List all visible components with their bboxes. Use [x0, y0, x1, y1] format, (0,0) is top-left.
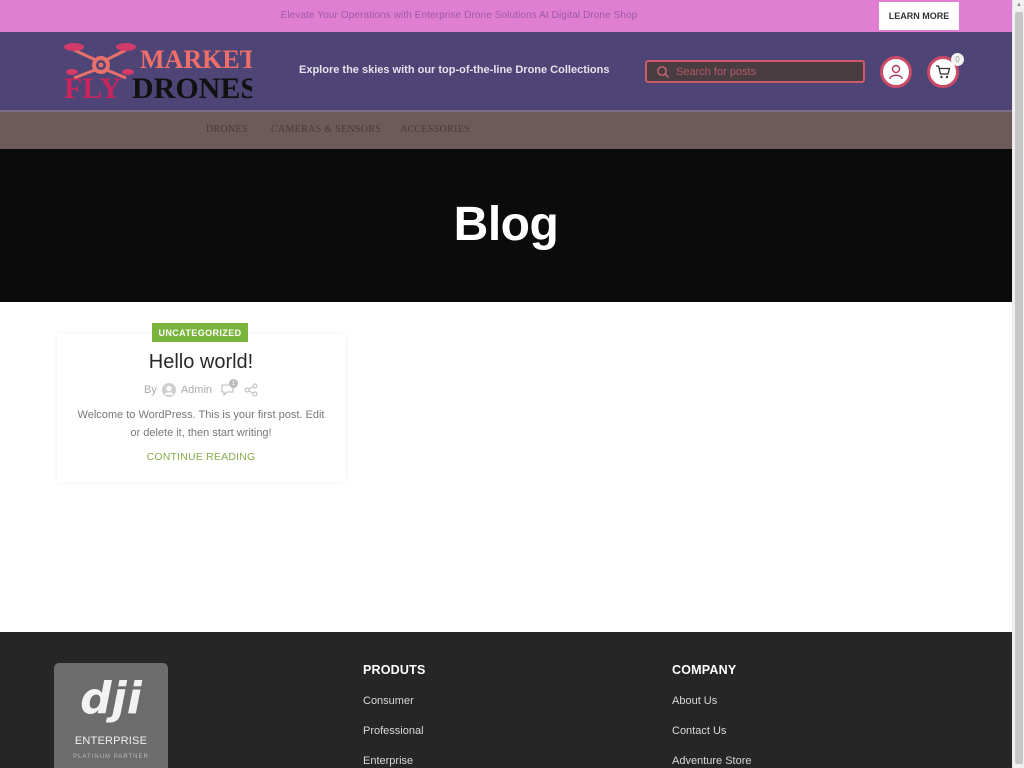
footer-link-contact-us[interactable]: Contact Us — [672, 725, 726, 737]
badge-line2: PLATINUM PARTNER — [73, 754, 149, 760]
svg-text:FLY: FLY — [64, 72, 122, 102]
author-link[interactable]: Admin — [181, 384, 212, 396]
footer-link-adventure-store[interactable]: Adventure Store — [672, 755, 752, 767]
announcement-bar: Elevate Your Operations with Enterprise … — [0, 0, 1012, 32]
scroll-up-arrow-icon[interactable]: ▲ — [1013, 0, 1024, 10]
site-logo[interactable]: MARKET FLY DRONES — [62, 38, 257, 105]
svg-text:dji: dji — [80, 673, 143, 723]
share-icon[interactable] — [244, 383, 258, 397]
post-title[interactable]: Hello world! — [57, 351, 345, 374]
dji-enterprise-badge: dji ENTERPRISE PLATINUM PARTNER — [54, 663, 168, 768]
header-tagline: Explore the skies with our top-of-the-li… — [299, 64, 610, 76]
page-hero: Blog — [0, 149, 1012, 302]
search-input[interactable] — [676, 65, 856, 78]
footer-heading-products: PRODUTS — [363, 663, 426, 677]
user-icon — [889, 64, 903, 80]
nav-item-accessories[interactable]: ACCESSORIES — [400, 124, 470, 135]
cart-icon — [936, 65, 951, 79]
dji-logo-icon: dji — [80, 673, 143, 724]
svg-text:MARKET: MARKET — [140, 45, 252, 74]
comments-link[interactable]: 1 — [221, 379, 239, 398]
vertical-scrollbar[interactable]: ▲ — [1012, 0, 1024, 768]
page-title: Blog — [453, 198, 559, 251]
site-footer: dji ENTERPRISE PLATINUM PARTNER PRODUTS … — [0, 632, 1012, 768]
by-label: By — [143, 384, 157, 396]
footer-link-professional[interactable]: Professional — [363, 725, 424, 737]
search-box[interactable] — [645, 60, 865, 83]
footer-link-consumer[interactable]: Consumer — [363, 695, 414, 707]
post-meta: By Admin 1 — [57, 379, 345, 398]
page: Elevate Your Operations with Enterprise … — [0, 0, 1012, 768]
account-button[interactable] — [880, 56, 912, 88]
announcement-text: Elevate Your Operations with Enterprise … — [280, 10, 638, 21]
footer-link-enterprise[interactable]: Enterprise — [363, 755, 413, 767]
search-icon — [657, 65, 669, 78]
footer-link-about-us[interactable]: About Us — [672, 695, 717, 707]
learn-more-button[interactable]: LEARN MORE — [879, 2, 959, 30]
footer-heading-company: COMPANY — [672, 663, 737, 677]
nav-item-cameras-sensors[interactable]: CAMERAS & SENSORS — [271, 124, 381, 135]
comment-count: 1 — [229, 379, 239, 388]
author-avatar-icon — [161, 383, 176, 397]
category-badge[interactable]: UNCATEGORIZED — [152, 323, 248, 342]
continue-reading-link[interactable]: CONTINUE READING — [57, 451, 345, 463]
svg-text:DRONES: DRONES — [132, 72, 252, 102]
nav-item-drones[interactable]: DRONES — [206, 124, 248, 135]
scrollbar-thumb[interactable] — [1015, 12, 1023, 764]
main-nav: DRONES CAMERAS & SENSORS ACCESSORIES — [0, 110, 1012, 149]
site-header: MARKET FLY DRONES Explore the skies with… — [0, 32, 1012, 110]
post-excerpt: Welcome to WordPress. This is your first… — [77, 409, 325, 439]
badge-line1: ENTERPRISE — [74, 735, 148, 747]
cart-count-badge: 0 — [951, 53, 964, 66]
drone-icon: MARKET FLY DRONES — [64, 43, 257, 105]
